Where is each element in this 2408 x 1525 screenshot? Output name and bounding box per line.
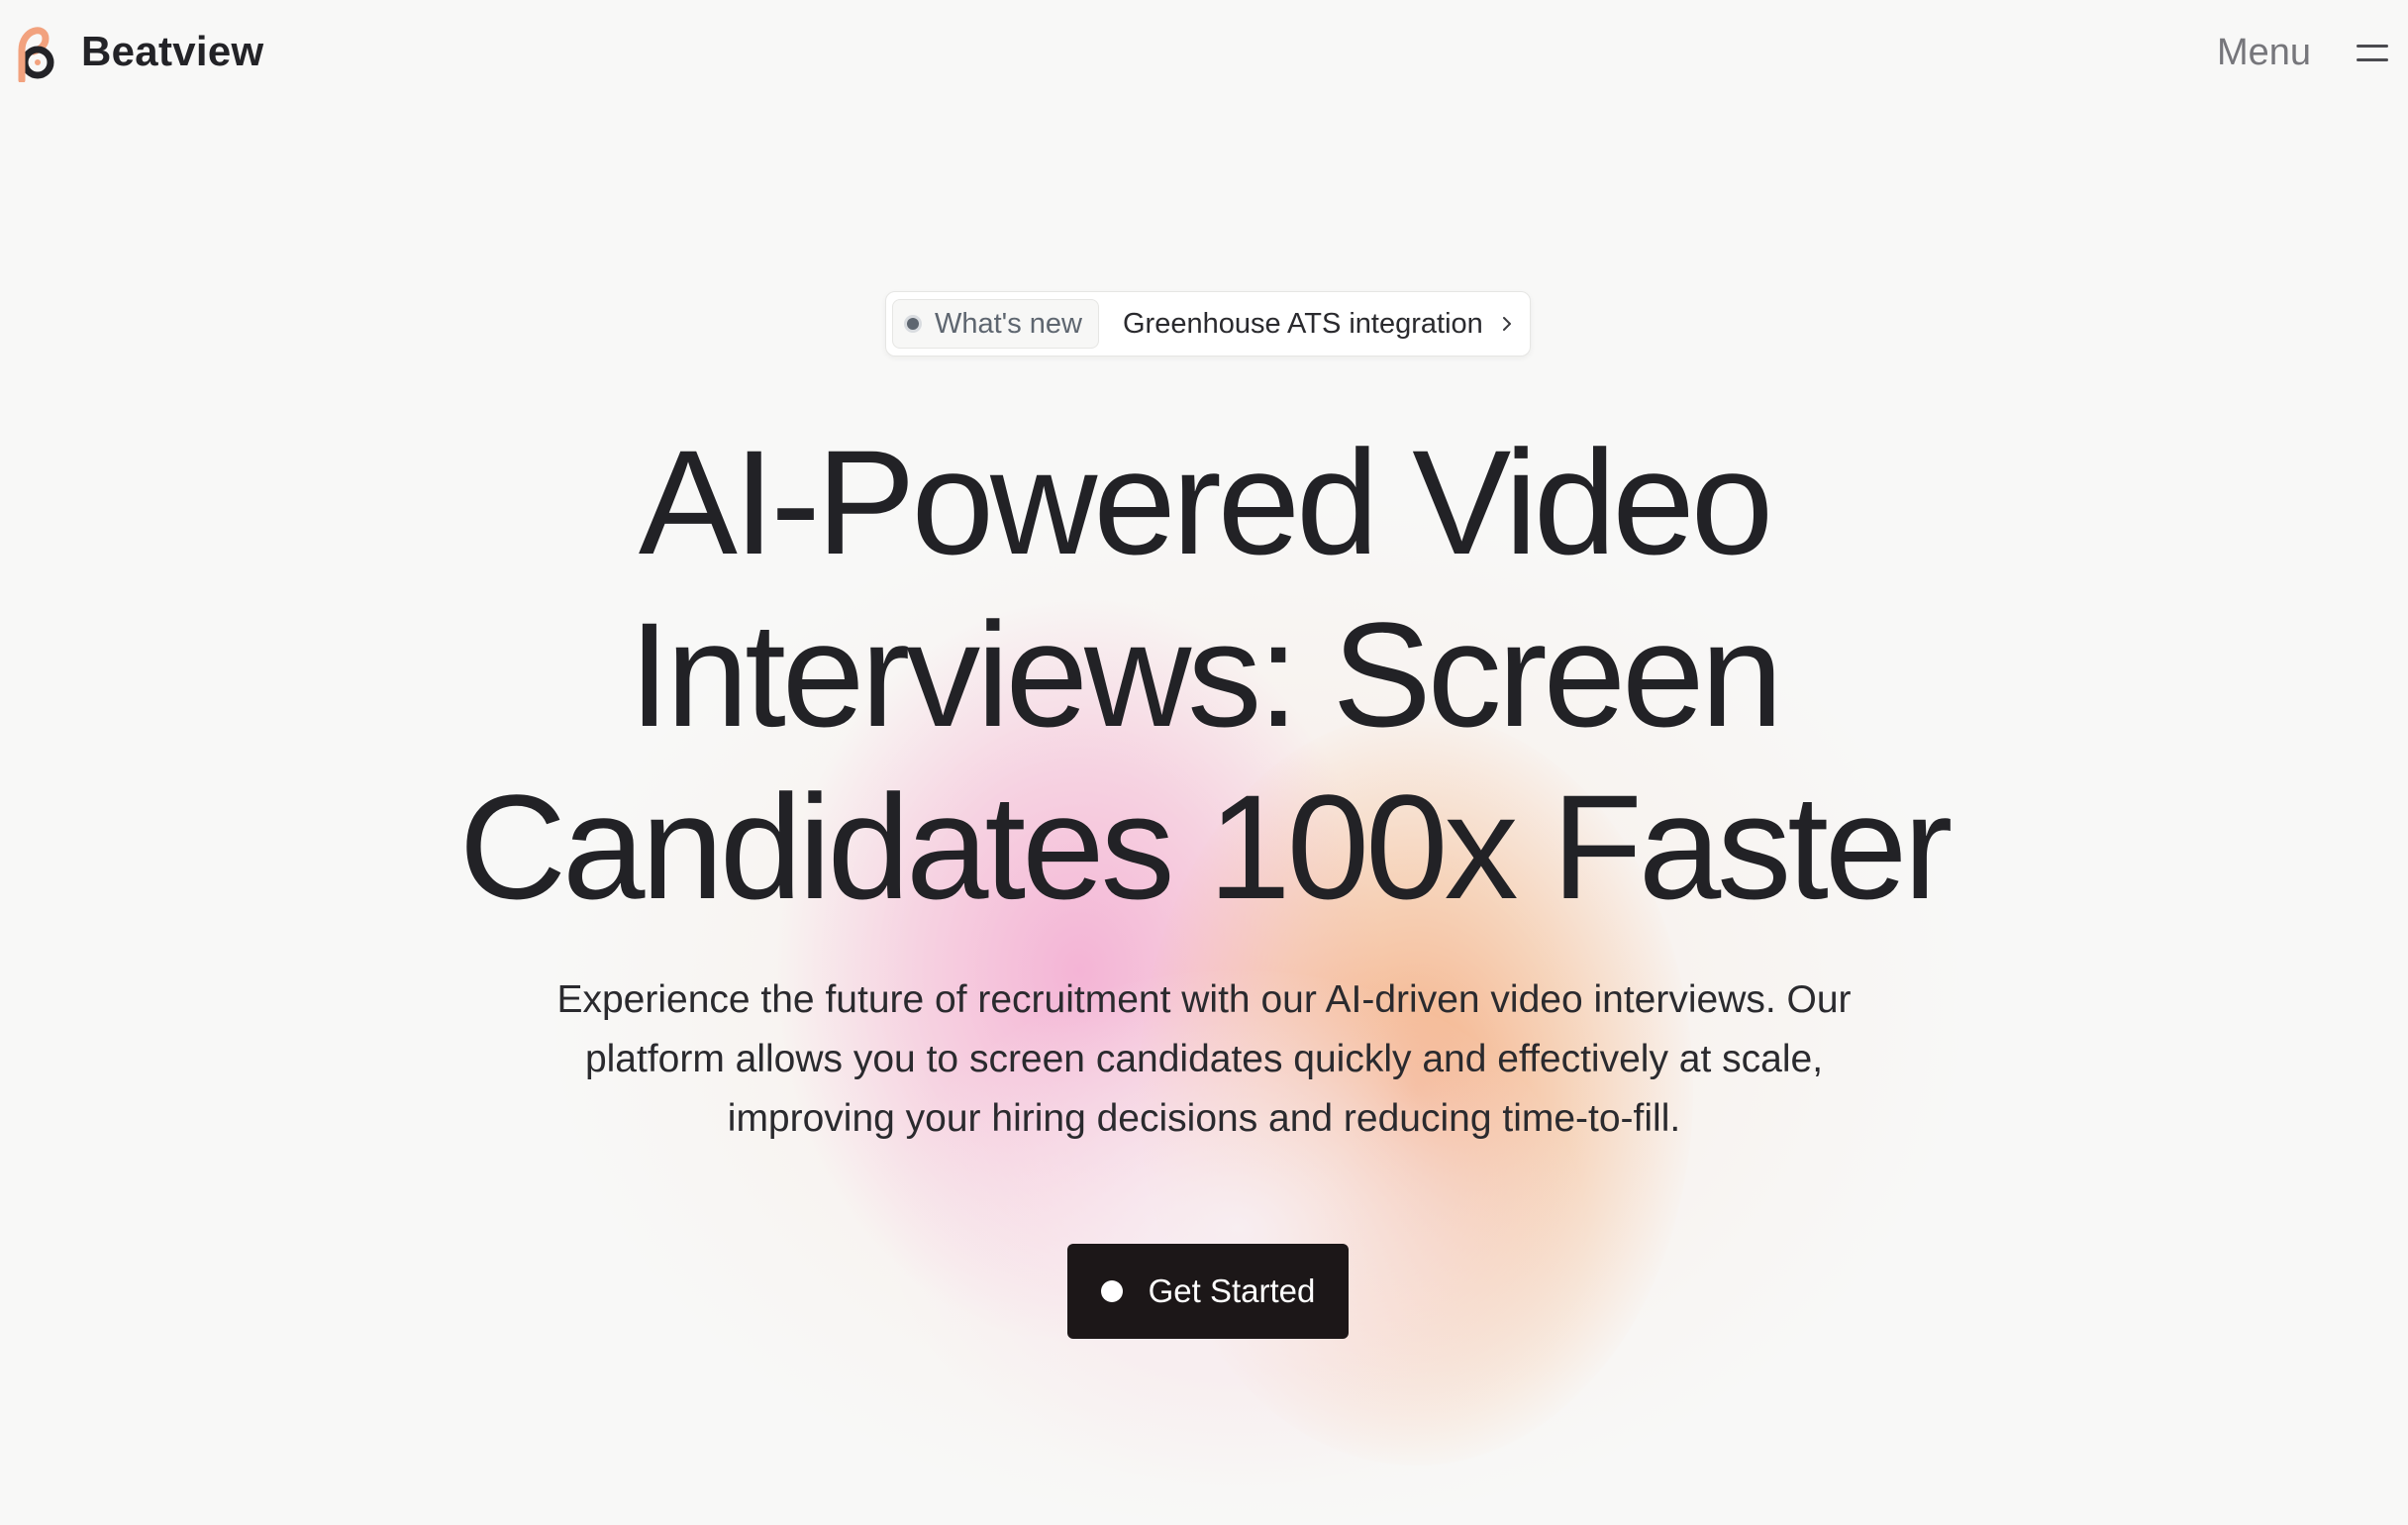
get-started-label: Get Started (1148, 1272, 1316, 1309)
hero-title-line-2: Interviews: Screen (629, 591, 1783, 758)
hero-subtitle-line-3: improving your hiring decisions and redu… (727, 1097, 1681, 1140)
menu-button[interactable]: Menu (2217, 26, 2388, 79)
brand-name: Beatview (81, 28, 264, 74)
get-started-button[interactable]: Get Started (1067, 1244, 1349, 1339)
brand-home-link[interactable]: Beatview (16, 20, 264, 83)
hero-subtitle: Experience the future of recruitment wit… (481, 970, 1927, 1149)
announcement-pill[interactable]: What's new Greenhouse ATS integration (885, 291, 1531, 356)
hero-subtitle-line-1: Experience the future of recruitment wit… (556, 978, 1852, 1021)
hamburger-icon (2357, 42, 2388, 63)
whats-new-label: What's new (935, 307, 1082, 340)
hero-title-line-1: AI-Powered Video (638, 419, 1773, 585)
hero-title-line-3: Candidates 100x Faster (458, 763, 1954, 930)
status-dot-icon (907, 318, 919, 330)
beatview-logo-icon (18, 27, 54, 82)
circle-icon (1100, 1280, 1123, 1302)
whats-new-badge: What's new (892, 299, 1099, 349)
hero-subtitle-line-2: platform allows you to screen candidates… (584, 1038, 1824, 1080)
menu-label: Menu (2216, 31, 2311, 73)
hero-title: AI-Powered Video Interviews: Screen Cand… (412, 416, 1996, 933)
announcement-text: Greenhouse ATS integration (1122, 307, 1483, 340)
site-header: Beatview Menu (0, 0, 2408, 103)
chevron-right-icon (1502, 317, 1511, 331)
